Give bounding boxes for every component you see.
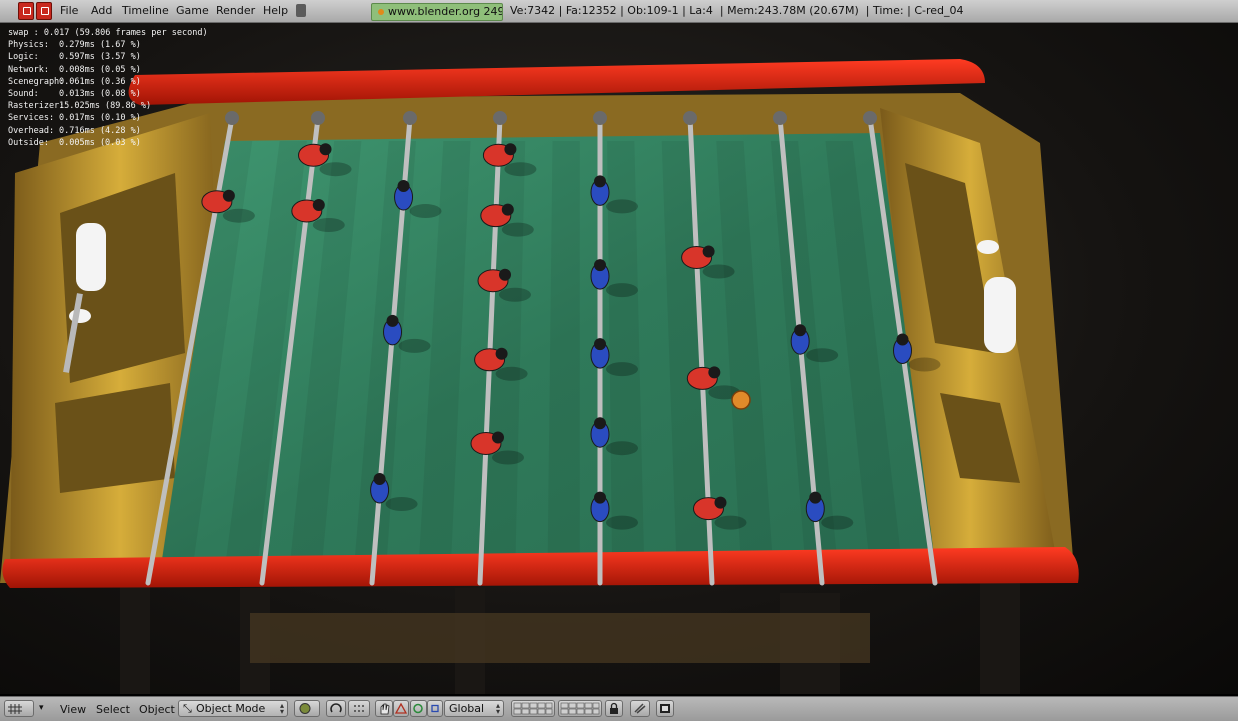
transform-orientation-selector[interactable]: Global ▴ ▾ bbox=[444, 700, 504, 717]
profiler-label: Logic: bbox=[8, 52, 39, 63]
lock-layers-icon[interactable] bbox=[605, 700, 623, 717]
rod-bearing bbox=[403, 111, 417, 125]
rotate-manipulator-icon[interactable] bbox=[410, 700, 427, 717]
top-menu-bar: File Add Timeline Game Render Help www.b… bbox=[0, 0, 1238, 23]
profiler-value: 0.005ms (0.03 %) bbox=[59, 137, 141, 148]
table-legs bbox=[120, 583, 1020, 694]
editor-type-grid-icon[interactable] bbox=[4, 700, 34, 717]
profiler-label: Rasterizer: bbox=[8, 101, 65, 112]
rod-bearing bbox=[683, 111, 697, 125]
profiler-value: 15.025ms (89.86 %) bbox=[59, 101, 152, 112]
orientation-label: Global bbox=[449, 702, 485, 715]
draw-type-selector[interactable] bbox=[294, 700, 320, 717]
menu-file[interactable]: File bbox=[60, 4, 78, 17]
blender-small-icon bbox=[378, 9, 384, 15]
profiler-overlay: swap : 0.017 (59.806 frames per second) … bbox=[8, 27, 208, 149]
layer-buttons-group-1[interactable] bbox=[511, 700, 555, 717]
object-mode-icon: ⤡ bbox=[183, 702, 192, 715]
menu-view[interactable]: View bbox=[60, 703, 86, 716]
render-preview-icon[interactable] bbox=[630, 700, 650, 717]
dropdown-arrows-icon: ▴ ▾ bbox=[279, 701, 284, 716]
profiler-value: 0.017ms (0.10 %) bbox=[59, 113, 141, 124]
profiler-value: 0.013ms (0.08 %) bbox=[59, 89, 141, 100]
layer-buttons-group-2[interactable] bbox=[558, 700, 602, 717]
dropdown-arrows-icon: ▴ ▾ bbox=[495, 701, 500, 716]
3d-view-header: ▾ View Select Object ⤡ Object Mode ▴ ▾ Gl… bbox=[0, 696, 1238, 721]
profiler-label: Outside: bbox=[8, 137, 49, 148]
rod-bearing bbox=[225, 111, 239, 125]
profiler-row: Logic: 0.597ms (3.57 %) bbox=[8, 51, 208, 63]
menu-game[interactable]: Game bbox=[176, 4, 209, 17]
profiler-label: Sound: bbox=[8, 89, 39, 100]
collapse-menus-icon[interactable]: ▾ bbox=[39, 703, 44, 713]
hand-manipulator-icon[interactable] bbox=[375, 700, 393, 717]
menu-render[interactable]: Render bbox=[216, 4, 255, 17]
rod-bearing bbox=[311, 111, 325, 125]
profiler-value: 0.716ms (4.28 %) bbox=[59, 125, 141, 136]
profiler-row: Scenegraph: 0.061ms (0.36 %) bbox=[8, 76, 208, 88]
profiler-value: 0.061ms (0.36 %) bbox=[59, 76, 141, 87]
profiler-value: 0.597ms (3.57 %) bbox=[59, 52, 141, 63]
profiler-row: Rasterizer: 15.025ms (89.86 %) bbox=[8, 100, 208, 112]
screen-browse-icon[interactable] bbox=[296, 4, 306, 17]
ball bbox=[731, 390, 751, 410]
profiler-value: 0.008ms (0.05 %) bbox=[59, 64, 141, 75]
pivot-point-icon[interactable] bbox=[326, 700, 346, 717]
profiler-label: Network: bbox=[8, 64, 49, 75]
rod-bearing bbox=[493, 111, 507, 125]
field-stripe bbox=[547, 141, 580, 571]
3d-viewport[interactable]: swap : 0.017 (59.806 frames per second) … bbox=[0, 23, 1238, 694]
layer-dots-icon[interactable] bbox=[348, 700, 370, 717]
scene-stats: Ve:7342 | Fa:12352 | Ob:109-1 | La:4 | M… bbox=[510, 4, 964, 17]
render-opengl-icon[interactable] bbox=[656, 700, 674, 717]
profiler-row: Network: 0.008ms (0.05 %) bbox=[8, 64, 208, 76]
rod-bearing bbox=[863, 111, 877, 125]
menu-select[interactable]: Select bbox=[96, 703, 130, 716]
menu-timeline[interactable]: Timeline bbox=[122, 4, 169, 17]
profiler-row: Overhead: 0.716ms (4.28 %) bbox=[8, 125, 208, 137]
mode-label: Object Mode bbox=[196, 702, 266, 715]
scale-manipulator-icon[interactable] bbox=[427, 700, 443, 717]
profiler-label: Scenegraph: bbox=[8, 76, 65, 87]
version-text: www.blender.org 249.2 bbox=[388, 5, 503, 18]
profiler-swap: swap : 0.017 (59.806 frames per second) bbox=[8, 28, 208, 38]
menu-help[interactable]: Help bbox=[263, 4, 288, 17]
profiler-row: Outside: 0.005ms (0.03 %) bbox=[8, 137, 208, 149]
profiler-row: Services: 0.017ms (0.10 %) bbox=[8, 112, 208, 124]
translate-manipulator-icon[interactable] bbox=[393, 700, 409, 717]
rod-bearing bbox=[593, 111, 607, 125]
profiler-label: Overhead: bbox=[8, 125, 55, 136]
profiler-row: Sound: 0.013ms (0.08 %) bbox=[8, 88, 208, 100]
rod-bearing bbox=[773, 111, 787, 125]
profiler-label: Physics: bbox=[8, 40, 49, 51]
profiler-label: Services: bbox=[8, 113, 55, 124]
blender-logo-icon[interactable] bbox=[18, 2, 52, 20]
menu-object[interactable]: Object bbox=[139, 703, 175, 716]
profiler-row: Physics: 0.279ms (1.67 %) bbox=[8, 39, 208, 51]
blender-version-badge[interactable]: www.blender.org 249.2 bbox=[371, 3, 503, 21]
profiler-value: 0.279ms (1.67 %) bbox=[59, 40, 141, 51]
menu-add[interactable]: Add bbox=[91, 4, 112, 17]
mode-selector[interactable]: ⤡ Object Mode ▴ ▾ bbox=[178, 700, 288, 717]
